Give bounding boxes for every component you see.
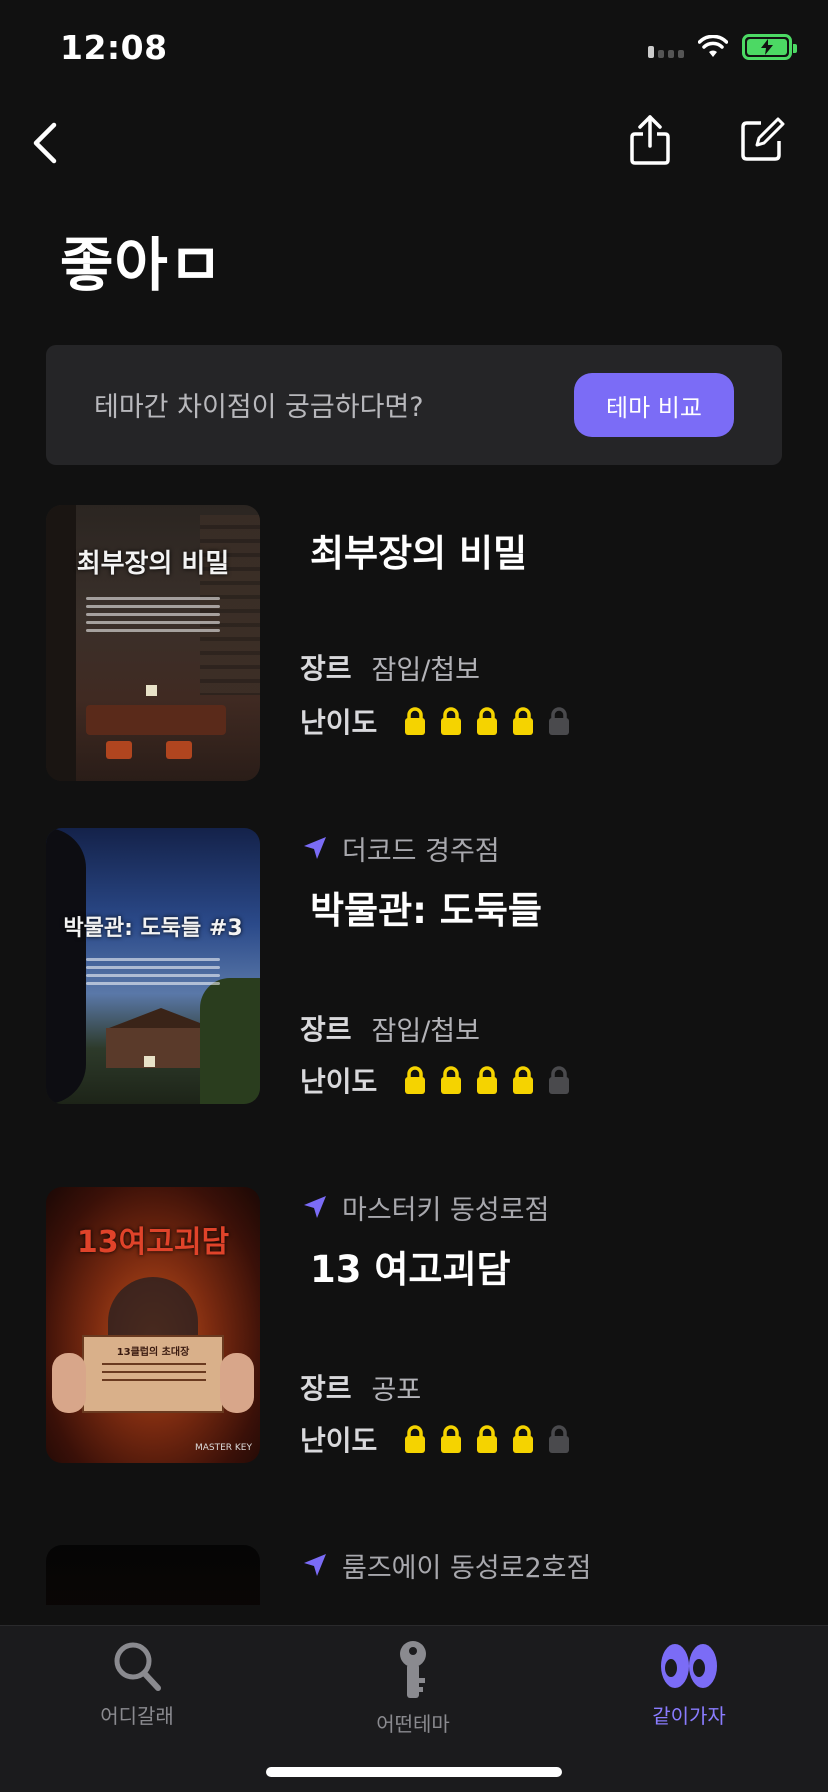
lock-filled-icon <box>441 707 462 735</box>
difficulty-rating <box>403 1424 571 1454</box>
chevron-left-icon <box>33 122 57 164</box>
difficulty-row: 난이도 <box>300 1060 571 1100</box>
tab-which-theme[interactable]: 어떤테마 <box>313 1640 513 1750</box>
poster-brand: MASTER KEY <box>194 1443 252 1453</box>
share-button[interactable] <box>624 110 676 170</box>
location-text: 더코드 경주점 <box>342 835 500 867</box>
search-icon <box>114 1642 161 1691</box>
genre-row: 장르 잠입/첩보 <box>300 647 480 687</box>
lock-empty-icon <box>549 1425 570 1453</box>
location-text: 마스터키 동성로점 <box>342 1194 550 1226</box>
lock-filled-icon <box>513 1066 534 1094</box>
difficulty-row: 난이도 <box>300 701 571 741</box>
theme-name: 박물관: 도둑들 <box>310 889 542 932</box>
poster-subtitle: 13클럽의 초대장 <box>116 1347 190 1358</box>
difficulty-label: 난이도 <box>300 1424 378 1457</box>
difficulty-label: 난이도 <box>300 706 378 739</box>
lock-empty-icon <box>549 1066 570 1094</box>
home-indicator[interactable] <box>266 1767 562 1777</box>
lock-filled-icon <box>405 1425 426 1453</box>
screen: 12:08 좋아ㅁ 테마간 차이점이 궁금하다면? 테마 비교 최부장의 비밀 … <box>0 0 828 1792</box>
tab-lets-go-together[interactable]: 같이가자 <box>589 1640 789 1750</box>
lock-empty-icon <box>549 707 570 735</box>
wifi-icon <box>698 35 728 57</box>
genre-label: 장르 <box>300 652 352 685</box>
genre-value: 공포 <box>371 1374 422 1406</box>
status-time: 12:08 <box>60 28 168 67</box>
genre-row: 장르 공포 <box>300 1367 421 1407</box>
theme-list: 최부장의 비밀 최부장의 비밀 장르 잠입/첩보 난이도 박물관: 도둑들 #3 <box>0 505 828 1605</box>
status-bar: 12:08 <box>0 0 828 100</box>
lock-filled-icon <box>513 707 534 735</box>
top-navigation <box>0 100 828 190</box>
theme-poster[interactable]: 13여고괴담 13클럽의 초대장 MASTER KEY <box>46 1187 260 1463</box>
lock-filled-icon <box>477 707 498 735</box>
compare-themes-button[interactable]: 테마 비교 <box>574 373 734 437</box>
tab-label: 같이가자 <box>652 1704 726 1728</box>
theme-poster[interactable]: 박물관: 도둑들 #3 <box>46 828 260 1104</box>
theme-item[interactable]: 박물관: 도둑들 #3 더코드 경주점 박물관: 도둑들 장르 잠입/첩보 난이… <box>0 828 828 1118</box>
charging-bolt-icon <box>761 39 773 55</box>
location-arrow-icon <box>304 1196 326 1218</box>
location-arrow-icon <box>304 1554 326 1576</box>
genre-label: 장르 <box>300 1013 352 1046</box>
genre-value: 잠입/첩보 <box>371 654 480 686</box>
poster-title: 최부장의 비밀 <box>76 549 230 579</box>
location-row: 룸즈에이 동성로2호점 <box>302 1545 591 1585</box>
share-icon <box>630 115 670 165</box>
tab-label: 어디갈래 <box>100 1704 174 1728</box>
difficulty-rating <box>403 706 571 736</box>
page-title: 좋아ㅁ <box>60 231 224 299</box>
theme-poster[interactable]: 최부장의 비밀 <box>46 505 260 781</box>
compose-icon <box>741 117 785 161</box>
theme-name: 13 여고괴담 <box>310 1248 511 1291</box>
poster-title: 박물관: 도둑들 #3 <box>63 916 243 941</box>
genre-value: 잠입/첩보 <box>371 1015 480 1047</box>
genre-label: 장르 <box>300 1372 352 1405</box>
edit-button[interactable] <box>736 112 788 168</box>
theme-item[interactable]: 최부장의 비밀 최부장의 비밀 장르 잠입/첩보 난이도 <box>0 505 828 795</box>
theme-poster[interactable] <box>46 1545 260 1605</box>
signal-icon <box>648 36 684 58</box>
difficulty-label: 난이도 <box>300 1065 378 1098</box>
tab-label: 어떤테마 <box>376 1712 450 1736</box>
location-row: 더코드 경주점 <box>302 828 500 868</box>
lock-filled-icon <box>405 1066 426 1094</box>
lock-filled-icon <box>441 1066 462 1094</box>
theme-item[interactable]: 룸즈에이 동성로2호점 <box>0 1545 828 1605</box>
theme-name: 최부장의 비밀 <box>310 532 528 575</box>
back-button[interactable] <box>20 118 70 168</box>
difficulty-rating <box>403 1065 571 1095</box>
difficulty-row: 난이도 <box>300 1419 571 1459</box>
genre-row: 장르 잠입/첩보 <box>300 1008 480 1048</box>
compare-prompt-text: 테마간 차이점이 궁금하다면? <box>94 392 424 423</box>
theme-item[interactable]: 13여고괴담 13클럽의 초대장 MASTER KEY 마스터키 동성로점 13… <box>0 1187 828 1477</box>
lock-filled-icon <box>513 1425 534 1453</box>
lock-filled-icon <box>405 707 426 735</box>
lock-filled-icon <box>477 1425 498 1453</box>
battery-icon <box>742 34 797 60</box>
eyes-icon <box>661 1644 717 1688</box>
location-text: 룸즈에이 동성로2호점 <box>342 1552 592 1584</box>
tab-where-to-go[interactable]: 어디갈래 <box>37 1640 237 1750</box>
key-icon <box>400 1641 426 1698</box>
location-arrow-icon <box>304 837 326 859</box>
poster-title: 13여고괴담 <box>76 1225 230 1260</box>
status-icons <box>648 34 797 60</box>
location-row: 마스터키 동성로점 <box>302 1187 549 1227</box>
compare-banner: 테마간 차이점이 궁금하다면? 테마 비교 <box>46 345 782 465</box>
lock-filled-icon <box>477 1066 498 1094</box>
lock-filled-icon <box>441 1425 462 1453</box>
